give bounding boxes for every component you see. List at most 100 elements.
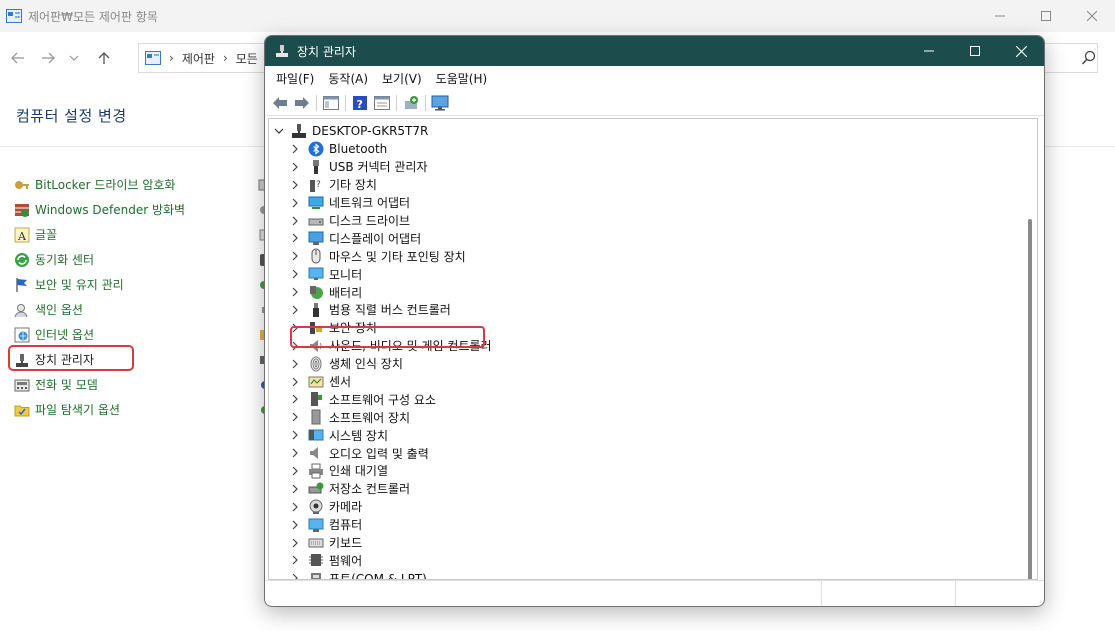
recent-locations-button[interactable] <box>62 46 86 70</box>
device-category-label: 펌웨어 <box>329 553 363 568</box>
toolbar-properties-button[interactable] <box>320 93 342 113</box>
chevron-right-icon[interactable] <box>289 554 301 566</box>
cp-item-file-explorer-options[interactable]: 파일 탐색기 옵션 <box>14 397 185 422</box>
chevron-right-icon[interactable] <box>289 411 301 423</box>
cp-item-security-maintenance[interactable]: 보안 및 유지 관리 <box>14 272 185 297</box>
properties-icon <box>323 95 339 110</box>
chevron-right-icon[interactable] <box>289 286 301 298</box>
device-category-biometric[interactable]: 생체 인식 장치 <box>289 355 492 373</box>
cp-item-label: 동기화 센터 <box>35 253 95 267</box>
cp-item-fonts[interactable]: A 글꼴 <box>14 222 185 247</box>
toolbar-help-button[interactable]: ? <box>349 93 371 113</box>
chevron-right-icon[interactable] <box>289 232 301 244</box>
cp-minimize-button[interactable] <box>977 0 1023 32</box>
minimize-icon <box>924 50 934 52</box>
toolbar-forward-button[interactable] <box>291 93 313 113</box>
toolbar-back-button[interactable] <box>269 93 291 113</box>
menu-action[interactable]: 동작(A) <box>321 70 375 87</box>
menu-view[interactable]: 보기(V) <box>375 70 429 87</box>
breadcrumb-separator: › <box>222 51 228 65</box>
chevron-right-icon[interactable] <box>289 143 301 155</box>
up-button[interactable] <box>92 46 116 70</box>
device-category-computer[interactable]: 컴퓨터 <box>289 516 492 534</box>
arrow-right-icon <box>42 52 55 64</box>
device-category-monitor[interactable]: 모니터 <box>289 265 492 283</box>
device-category-display-adapter[interactable]: 디스플레이 어댑터 <box>289 229 492 247</box>
chevron-right-icon[interactable] <box>289 447 301 459</box>
device-category-bluetooth[interactable]: Bluetooth <box>289 140 492 158</box>
toolbar-view-button[interactable] <box>371 93 393 113</box>
unknown-device-icon: ? <box>308 177 324 193</box>
toolbar-monitor-button[interactable] <box>429 93 451 113</box>
device-category-network-adapter[interactable]: 네트워크 어댑터 <box>289 194 492 212</box>
device-category-mouse[interactable]: 마우스 및 기타 포인팅 장치 <box>289 247 492 265</box>
device-category-usb-controller[interactable]: 범용 직렬 버스 컨트롤러 <box>289 301 492 319</box>
breadcrumb-all-items[interactable]: 모든 <box>236 50 258 67</box>
device-category-label: 디스플레이 어댑터 <box>329 231 422 246</box>
device-category-port[interactable]: 포트(COM & LPT) <box>289 569 492 579</box>
chevron-right-icon[interactable] <box>289 304 301 316</box>
internet-icon <box>14 327 30 343</box>
chevron-right-icon[interactable] <box>289 537 301 549</box>
sensor-icon <box>308 374 324 390</box>
device-category-label: 모니터 <box>329 267 363 282</box>
device-category-system-device[interactable]: 시스템 장치 <box>289 426 492 444</box>
tree-root[interactable]: DESKTOP-GKR5T7R <box>273 122 428 140</box>
device-category-other[interactable]: ? 기타 장치 <box>289 176 492 194</box>
chevron-right-icon[interactable] <box>289 376 301 388</box>
device-category-storage-controller[interactable]: 저장소 컨트롤러 <box>289 480 492 498</box>
chevron-right-icon[interactable] <box>289 161 301 173</box>
cp-item-firewall[interactable]: Windows Defender 방화벽 <box>14 197 185 222</box>
device-category-camera[interactable]: 카메라 <box>289 498 492 516</box>
device-category-print-queue[interactable]: 인쇄 대기열 <box>289 462 492 480</box>
chevron-right-icon[interactable] <box>289 465 301 477</box>
cp-close-button[interactable] <box>1069 0 1115 32</box>
chevron-right-icon[interactable] <box>289 393 301 405</box>
device-category-usb-connector[interactable]: USB 커넥터 관리자 <box>289 158 492 176</box>
device-category-software-device[interactable]: 소프트웨어 장치 <box>289 408 492 426</box>
device-category-label: 센서 <box>329 375 352 390</box>
search-icon[interactable] <box>1081 50 1097 66</box>
back-button[interactable] <box>6 46 30 70</box>
cp-item-phone-modem[interactable]: 전화 및 모뎀 <box>14 372 185 397</box>
toolbar-scan-hardware-button[interactable] <box>400 93 422 113</box>
chevron-right-icon[interactable] <box>289 250 301 262</box>
chevron-right-icon[interactable] <box>289 358 301 370</box>
control-panel-items: BitLocker 드라이브 암호화 Windows Defender 방화벽 … <box>14 172 185 422</box>
device-category-disk-drive[interactable]: 디스크 드라이브 <box>289 212 492 230</box>
dm-close-button[interactable] <box>998 36 1044 66</box>
chevron-right-icon[interactable] <box>289 483 301 495</box>
cp-item-internet-options[interactable]: 인터넷 옵션 <box>14 322 185 347</box>
cp-item-bitlocker[interactable]: BitLocker 드라이브 암호화 <box>14 172 185 197</box>
scan-hardware-icon <box>405 95 418 109</box>
breadcrumb-control-panel[interactable]: 제어판 <box>182 50 215 67</box>
chevron-right-icon[interactable] <box>289 501 301 513</box>
chevron-right-icon[interactable] <box>289 268 301 280</box>
phone-icon <box>14 377 30 393</box>
cp-item-sync-center[interactable]: 동기화 센터 <box>14 247 185 272</box>
firewall-icon <box>14 202 30 218</box>
chevron-right-icon[interactable] <box>289 215 301 227</box>
dm-minimize-button[interactable] <box>906 36 952 66</box>
device-category-firmware[interactable]: 펌웨어 <box>289 551 492 569</box>
dm-maximize-button[interactable] <box>952 36 998 66</box>
chevron-right-icon[interactable] <box>289 197 301 209</box>
mouse-category-highlight <box>290 326 485 348</box>
cp-item-indexing-options[interactable]: 색인 옵션 <box>14 297 185 322</box>
forward-button[interactable] <box>36 46 60 70</box>
menu-file[interactable]: 파일(F) <box>269 70 321 87</box>
device-category-software-component[interactable]: 소프트웨어 구성 요소 <box>289 390 492 408</box>
menu-help[interactable]: 도움말(H) <box>429 70 495 87</box>
chevron-right-icon[interactable] <box>289 429 301 441</box>
device-category-keyboard[interactable]: 키보드 <box>289 534 492 552</box>
device-category-battery[interactable]: 배터리 <box>289 283 492 301</box>
chevron-right-icon[interactable] <box>289 572 301 579</box>
device-category-sensor[interactable]: 센서 <box>289 373 492 391</box>
chevron-right-icon[interactable] <box>289 179 301 191</box>
device-category-label: 소프트웨어 구성 요소 <box>329 392 436 407</box>
device-category-audio-io[interactable]: 오디오 입력 및 출력 <box>289 444 492 462</box>
chevron-down-icon[interactable] <box>273 125 285 137</box>
chevron-right-icon[interactable] <box>289 519 301 531</box>
cp-maximize-button[interactable] <box>1023 0 1069 32</box>
vertical-scrollbar[interactable] <box>1028 219 1032 579</box>
